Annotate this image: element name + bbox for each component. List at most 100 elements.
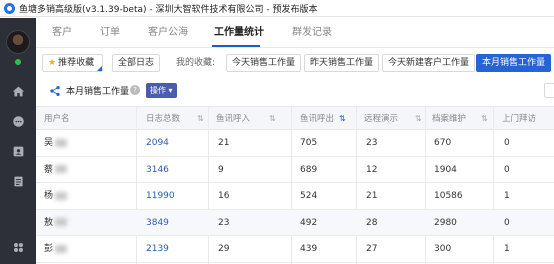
filter-bar: ★ 推荐收藏 全部日志 我的收藏: 今天销售工作量 昨天销售工作量 今天新建客户工… bbox=[36, 50, 554, 76]
sidebar bbox=[0, 18, 36, 264]
cell-calls-in: 9 bbox=[218, 164, 224, 175]
table-row[interactable]: 蔡 3146 9 689 12 1904 0 bbox=[36, 157, 554, 183]
blurred-name bbox=[55, 218, 68, 226]
cell-total-logs: 3849 bbox=[146, 217, 169, 228]
tab-customers[interactable]: 客户 bbox=[52, 18, 72, 48]
tab-workload-stats[interactable]: 工作量统计 bbox=[214, 18, 264, 48]
cell-calls-in: 21 bbox=[218, 138, 230, 148]
table-row[interactable]: 杨 11990 16 524 21 10586 1 bbox=[36, 183, 554, 210]
table-row[interactable]: 吴 2094 21 705 23 670 0 bbox=[36, 130, 554, 157]
app-logo-icon bbox=[4, 2, 15, 14]
workload-table: 用户名 日志总数 ⇅ 鱼讯呼入 ⇅ 鱼讯呼出 ⇅ 远程演示 ⇅ 档案维护 ⇅ 上… bbox=[36, 106, 554, 264]
username-text: 敖 bbox=[44, 217, 54, 228]
report-title: 本月销售工作量 bbox=[66, 87, 130, 97]
favorite-today-sales-button[interactable]: 今天销售工作量 bbox=[226, 54, 302, 72]
cell-archive-maintenance: 670 bbox=[434, 138, 452, 148]
report-header: 本月销售工作量 ? 操作 ▾ bbox=[36, 80, 554, 102]
column-header-calls-in[interactable]: 鱼讯呼入 bbox=[216, 107, 250, 131]
username-text: 蔡 bbox=[44, 164, 54, 175]
cell-remote-demo: 23 bbox=[366, 138, 378, 148]
favorite-today-new-customers-button[interactable]: 今天新建客户工作量 bbox=[382, 54, 476, 72]
cell-calls-out: 524 bbox=[300, 191, 318, 201]
cell-onsite-visit: 0 bbox=[504, 138, 510, 148]
cell-remote-demo: 21 bbox=[366, 191, 378, 201]
tab-broadcast-records[interactable]: 群发记录 bbox=[292, 18, 332, 48]
cell-onsite-visit: 1 bbox=[504, 244, 510, 254]
online-status-icon bbox=[15, 59, 21, 65]
tab-customer-pool[interactable]: 客户公海 bbox=[148, 18, 188, 48]
table-header: 用户名 日志总数 ⇅ 鱼讯呼入 ⇅ 鱼讯呼出 ⇅ 远程演示 ⇅ 档案维护 ⇅ 上… bbox=[36, 106, 554, 130]
username-text: 彭 bbox=[44, 244, 54, 254]
recommended-favorites-button[interactable]: ★ 推荐收藏 bbox=[42, 54, 104, 72]
sort-icon[interactable]: ⇅ bbox=[415, 107, 422, 131]
cell-archive-maintenance: 300 bbox=[434, 244, 452, 254]
column-header-remote-demo[interactable]: 远程演示 bbox=[364, 107, 398, 131]
cell-remote-demo: 12 bbox=[366, 164, 378, 175]
all-log-button[interactable]: 全部日志 bbox=[112, 54, 161, 72]
cell-calls-in: 29 bbox=[218, 244, 230, 254]
cell-onsite-visit: 0 bbox=[504, 164, 510, 175]
help-icon[interactable]: ? bbox=[130, 85, 140, 95]
cell-calls-out: 439 bbox=[300, 244, 318, 254]
cell-total-logs: 3146 bbox=[146, 164, 169, 175]
cell-calls-in: 16 bbox=[218, 191, 230, 201]
title-bar: 鱼塘多销高级版(v3.1.39-beta) - 深圳大智软件技术有限公司 - 预… bbox=[0, 0, 554, 17]
username-text: 杨 bbox=[44, 191, 54, 201]
blurred-name bbox=[55, 191, 68, 200]
my-favorites-label: 我的收藏: bbox=[176, 58, 216, 68]
column-header-total-logs[interactable]: 日志总数 bbox=[146, 107, 180, 131]
operate-label: 操作 bbox=[150, 86, 166, 95]
star-icon: ★ bbox=[48, 58, 57, 68]
chevron-down-icon: ▾ bbox=[168, 86, 173, 95]
blurred-name bbox=[55, 138, 68, 147]
column-header-onsite-visit[interactable]: 上门拜访 bbox=[502, 107, 536, 131]
cell-username: 蔡 bbox=[44, 157, 68, 183]
sort-icon[interactable]: ⇅ bbox=[197, 107, 204, 131]
operate-dropdown-button[interactable]: 操作 ▾ bbox=[146, 83, 177, 98]
blurred-name bbox=[55, 165, 68, 173]
cell-calls-in: 23 bbox=[218, 217, 230, 228]
sort-desc-icon[interactable]: ⇅ bbox=[339, 107, 346, 131]
column-header-calls-out[interactable]: 鱼讯呼出 bbox=[300, 107, 334, 131]
favorite-month-sales-button[interactable]: 本月销售工作量 bbox=[476, 54, 552, 72]
column-header-username[interactable]: 用户名 bbox=[44, 107, 70, 131]
cell-username: 杨 bbox=[44, 183, 68, 209]
cell-remote-demo: 28 bbox=[366, 217, 378, 228]
home-icon[interactable] bbox=[11, 84, 25, 98]
top-nav: 客户 订单 客户公海 工作量统计 群发记录 bbox=[36, 18, 554, 48]
table-row[interactable]: 彭 2139 29 439 27 300 1 bbox=[36, 236, 554, 263]
favorite-yesterday-sales-button[interactable]: 昨天销售工作量 bbox=[304, 54, 380, 72]
cell-total-logs: 11990 bbox=[146, 191, 175, 201]
username-text: 吴 bbox=[44, 138, 54, 148]
cell-archive-maintenance: 1904 bbox=[434, 164, 457, 175]
corner-indicator-icon bbox=[97, 66, 103, 71]
share-icon[interactable] bbox=[49, 85, 61, 97]
grid-icon[interactable] bbox=[11, 240, 25, 254]
cell-username: 彭 bbox=[44, 236, 68, 262]
cell-archive-maintenance: 2980 bbox=[434, 217, 457, 228]
cell-total-logs: 2139 bbox=[146, 244, 169, 254]
cell-calls-out: 705 bbox=[300, 138, 318, 148]
cell-calls-out: 492 bbox=[300, 217, 318, 228]
cell-archive-maintenance: 10586 bbox=[434, 191, 463, 201]
chat-icon[interactable] bbox=[11, 114, 25, 128]
toolbar-button[interactable] bbox=[544, 83, 554, 98]
contacts-icon[interactable] bbox=[11, 144, 25, 158]
sort-icon[interactable]: ⇅ bbox=[269, 107, 276, 131]
cell-username: 吴 bbox=[44, 130, 68, 156]
window-title: 鱼塘多销高级版(v3.1.39-beta) - 深圳大智软件技术有限公司 - 预… bbox=[19, 4, 318, 15]
column-header-archive-maintenance[interactable]: 档案维护 bbox=[432, 107, 466, 131]
avatar[interactable] bbox=[6, 30, 30, 54]
cell-onsite-visit: 1 bbox=[504, 191, 510, 201]
cell-username: 敖 bbox=[44, 210, 68, 236]
cell-onsite-visit: 0 bbox=[504, 217, 510, 228]
recommended-favorites-label: 推荐收藏 bbox=[58, 58, 95, 68]
tab-orders[interactable]: 订单 bbox=[100, 18, 120, 48]
table-row[interactable]: 敖 3849 23 492 28 2980 0 bbox=[36, 209, 554, 236]
blurred-name bbox=[55, 244, 68, 253]
cell-total-logs: 2094 bbox=[146, 138, 169, 148]
sort-icon[interactable]: ⇅ bbox=[481, 107, 488, 131]
document-icon[interactable] bbox=[11, 174, 25, 188]
active-tab-indicator bbox=[212, 45, 260, 47]
cell-remote-demo: 27 bbox=[366, 244, 378, 254]
